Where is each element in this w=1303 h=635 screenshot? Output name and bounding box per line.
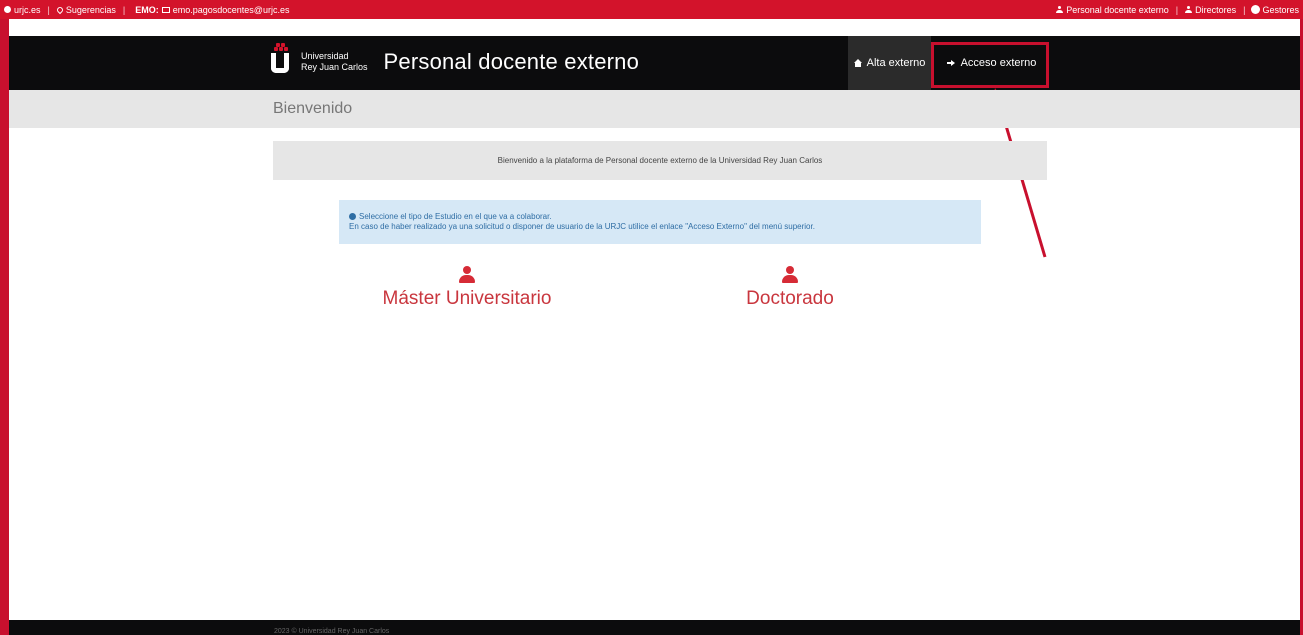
master-universitario-option[interactable]: Máster Universitario bbox=[372, 266, 562, 310]
top-utility-left: urjc.es | Sugerencias | EMO: emo.pagosdo… bbox=[4, 5, 289, 15]
page-header-band: Bienvenido bbox=[9, 90, 1300, 128]
university-name: Universidad Rey Juan Carlos bbox=[301, 51, 368, 73]
separator: | bbox=[1243, 4, 1246, 15]
info-alert: Seleccione el tipo de Estudio en el que … bbox=[339, 200, 981, 244]
email-link-label: emo.pagosdocentes@urjc.es bbox=[172, 4, 290, 15]
personal-docente-externo-link[interactable]: Personal docente externo bbox=[1056, 5, 1169, 15]
gestores-link[interactable]: Gestores bbox=[1252, 5, 1299, 15]
user-icon bbox=[459, 266, 475, 284]
welcome-text: Bienvenido a la plataforma de Personal d… bbox=[497, 156, 823, 165]
sugerencias-link[interactable]: Sugerencias bbox=[55, 4, 116, 15]
main-navbar: Universidad Rey Juan Carlos Personal doc… bbox=[9, 36, 1300, 90]
separator: | bbox=[47, 4, 50, 15]
alert-line-1: Seleccione el tipo de Estudio en el que … bbox=[359, 212, 552, 221]
welcome-panel: Bienvenido a la plataforma de Personal d… bbox=[273, 141, 1047, 180]
directores-link[interactable]: Directores bbox=[1185, 5, 1236, 15]
top-utility-right: Personal docente externo | Directores | … bbox=[1056, 5, 1299, 15]
emo-label: EMO: bbox=[135, 4, 159, 15]
user-icon bbox=[1056, 6, 1064, 13]
home-icon bbox=[853, 59, 862, 67]
page-title: Bienvenido bbox=[273, 100, 353, 117]
envelope-icon bbox=[161, 6, 170, 13]
site-title: Personal docente externo bbox=[383, 49, 640, 74]
gestores-label: Gestores bbox=[1262, 4, 1299, 15]
personal-docente-externo-label: Personal docente externo bbox=[1066, 4, 1169, 15]
footer-copyright: 2023 © Universidad Rey Juan Carlos bbox=[274, 628, 390, 635]
globe-icon bbox=[4, 6, 11, 13]
directores-label: Directores bbox=[1195, 4, 1237, 15]
alert-line-2: En caso de haber realizado ya una solici… bbox=[349, 222, 815, 231]
annotation-highlight-box bbox=[931, 42, 1049, 88]
urjc-logo bbox=[271, 43, 293, 77]
urjc-link[interactable]: urjc.es bbox=[4, 5, 41, 15]
urjc-link-label: urjc.es bbox=[14, 4, 41, 15]
gear-icon bbox=[1252, 6, 1260, 13]
nav-alta-externo[interactable]: Alta externo bbox=[848, 36, 931, 90]
sugerencias-link-label: Sugerencias bbox=[65, 4, 116, 15]
doctorado-label: Doctorado bbox=[746, 288, 834, 309]
separator: | bbox=[122, 4, 126, 15]
doctorado-option[interactable]: Doctorado bbox=[728, 266, 852, 310]
email-link[interactable]: emo.pagosdocentes@urjc.es bbox=[161, 4, 290, 15]
user-icon bbox=[1185, 6, 1193, 13]
separator: | bbox=[1175, 4, 1179, 15]
top-utility-bar: urjc.es | Sugerencias | EMO: emo.pagosdo… bbox=[0, 0, 1303, 19]
brand-home-link[interactable]: Universidad Rey Juan Carlos Personal doc… bbox=[271, 43, 639, 77]
info-circle-icon bbox=[349, 213, 356, 221]
nav-alta-externo-label: Alta externo bbox=[866, 57, 926, 69]
map-marker-icon bbox=[55, 5, 65, 14]
university-name-line2: Rey Juan Carlos bbox=[301, 62, 368, 72]
footer: 2023 © Universidad Rey Juan Carlos bbox=[9, 620, 1300, 635]
university-name-line1: Universidad bbox=[301, 51, 349, 61]
user-icon bbox=[782, 266, 798, 284]
master-universitario-label: Máster Universitario bbox=[382, 288, 552, 309]
